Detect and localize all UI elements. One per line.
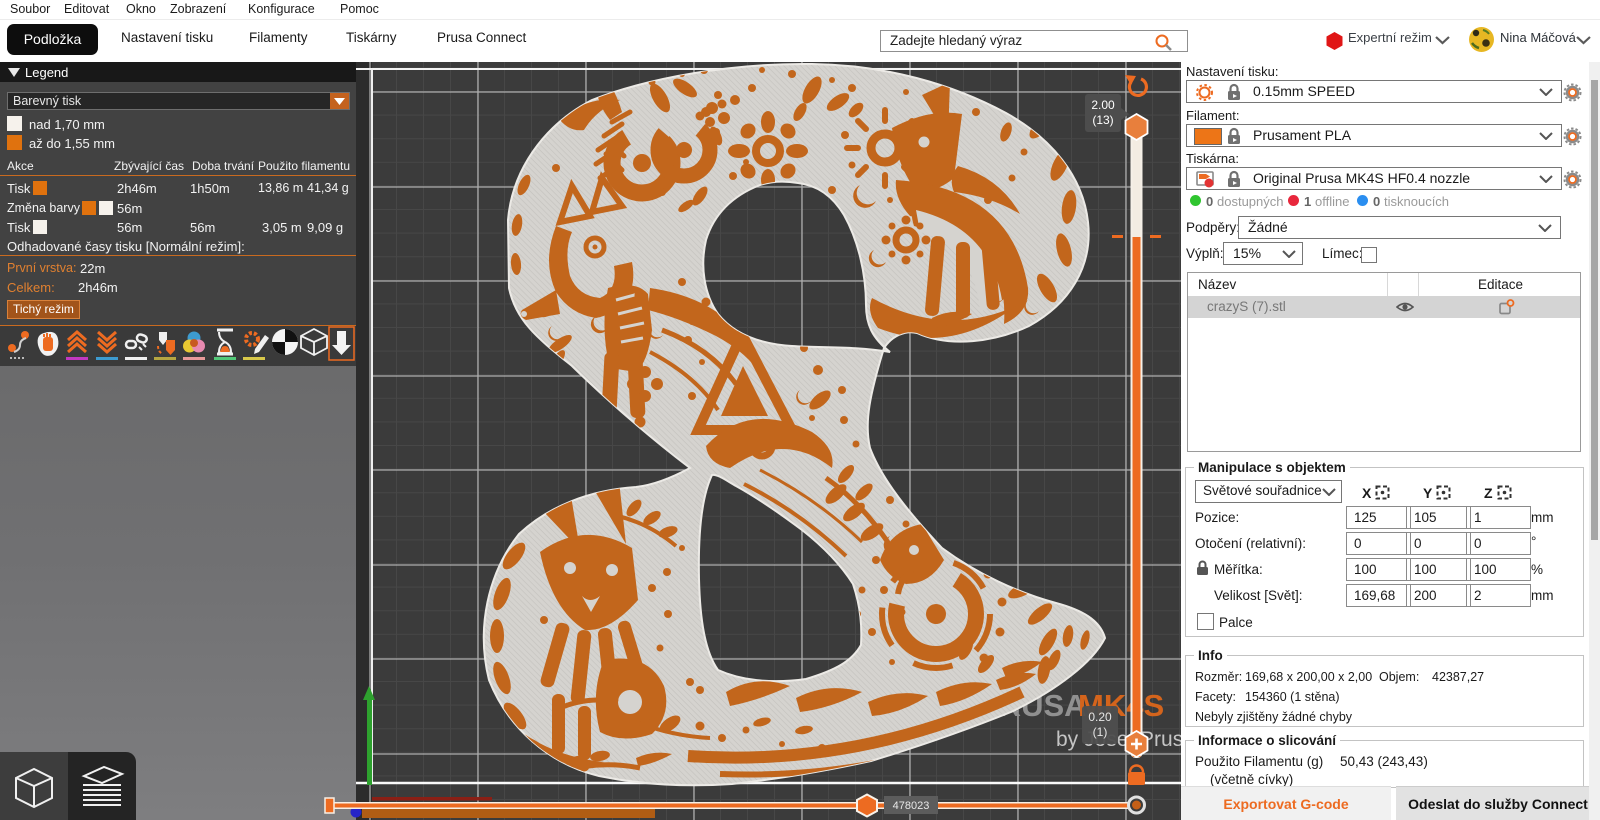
- svg-text:by Josef Prusa: by Josef Prusa: [1056, 728, 1181, 751]
- svg-text:(1): (1): [1093, 725, 1108, 739]
- svg-text:2.00: 2.00: [1091, 98, 1115, 112]
- svg-text:478023: 478023: [893, 800, 930, 812]
- svg-text:0.20: 0.20: [1088, 710, 1112, 724]
- svg-text:(13): (13): [1092, 113, 1113, 127]
